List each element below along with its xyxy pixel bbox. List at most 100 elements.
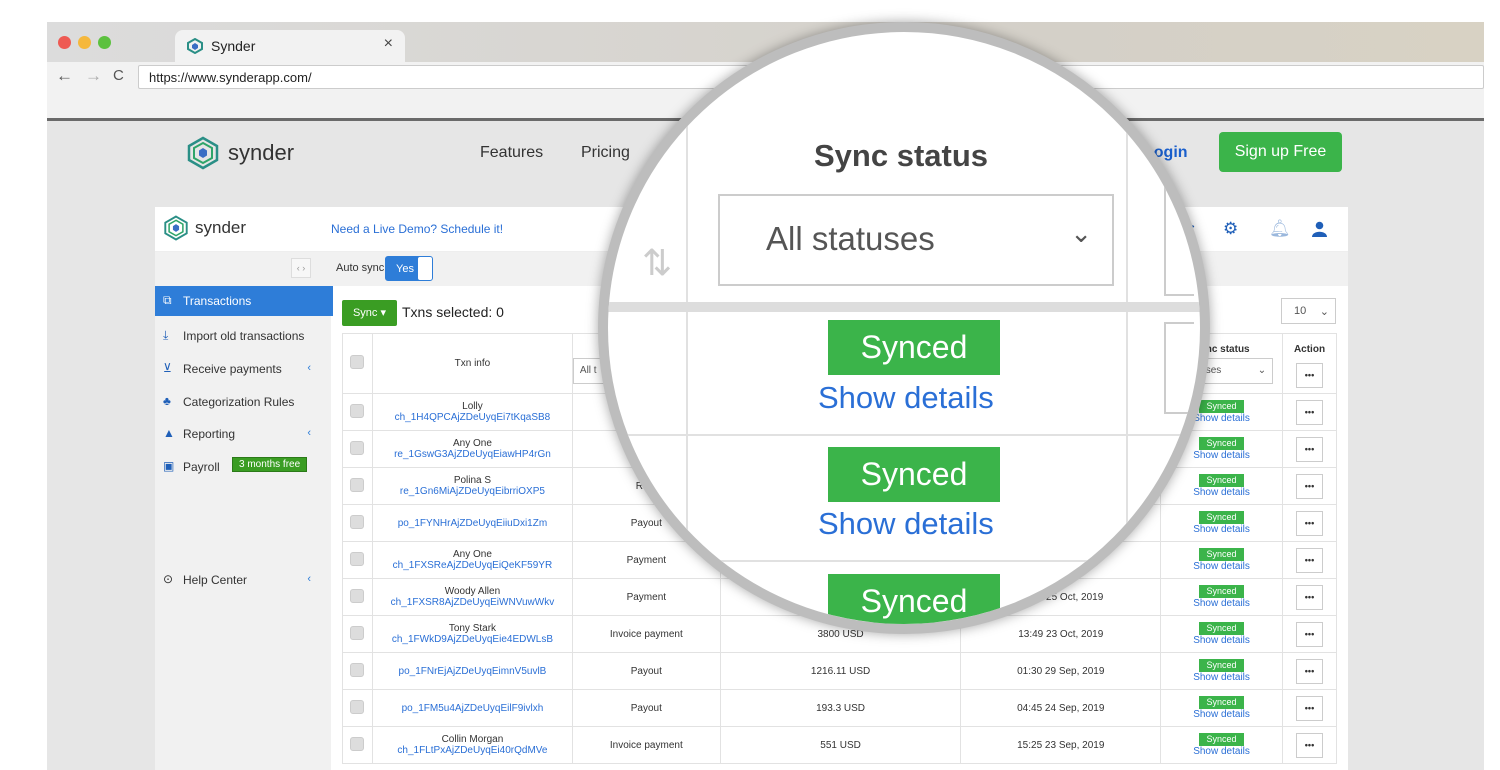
sidebar-item-import[interactable]: ⤓ Import old transactions bbox=[155, 321, 331, 351]
chevron-down-icon: ⌄ bbox=[1257, 365, 1267, 376]
collapse-sidebar-button[interactable]: ‹ › bbox=[291, 258, 311, 278]
txn-info-cell: Lolly ch_1H4QPCAjZDeUyqEi7tKqaSB8 bbox=[371, 393, 573, 431]
area-chart-icon: ▲ bbox=[163, 426, 175, 440]
row-checkbox[interactable] bbox=[350, 551, 365, 566]
txn-info-cell: Collin Morgan ch_1FLtPxAjZDeUyqEi40rQdMVe bbox=[371, 726, 573, 764]
row-checkbox[interactable] bbox=[350, 699, 365, 714]
row-action-button[interactable]: ••• bbox=[1296, 732, 1323, 758]
row-action-button[interactable]: ••• bbox=[1296, 695, 1323, 721]
chevron-left-icon: ‹ bbox=[307, 362, 311, 374]
magnified-sync-status-header: Sync status bbox=[814, 138, 989, 173]
show-details-link[interactable]: Show details bbox=[1161, 635, 1282, 646]
row-action-button[interactable]: ••• bbox=[1296, 658, 1323, 684]
sync-status-cell: Synced Show details bbox=[1160, 726, 1283, 764]
back-icon[interactable]: ← bbox=[56, 66, 73, 86]
browser-tab[interactable]: Synder × bbox=[175, 30, 405, 62]
txn-id-link[interactable]: ch_1FXSReAjZDeUyqEiQeKF59YR bbox=[373, 560, 572, 571]
sync-dropdown-button[interactable]: Sync ▾ bbox=[342, 300, 397, 326]
txn-id-link[interactable]: ch_1FLtPxAjZDeUyqEi40rQdMVe bbox=[373, 745, 572, 756]
row-checkbox[interactable] bbox=[350, 588, 365, 603]
tab-title: Synder bbox=[211, 38, 256, 54]
show-details-link[interactable]: Show details bbox=[1161, 746, 1282, 757]
nav-features[interactable]: Features bbox=[480, 144, 543, 162]
chevron-down-icon: ⌄ bbox=[1070, 218, 1092, 248]
reload-icon[interactable]: C bbox=[113, 67, 124, 84]
txn-amount: 1216.11 USD bbox=[719, 652, 962, 690]
txn-date: 01:30 29 Sep, 2019 bbox=[960, 652, 1162, 690]
row-action-button[interactable]: ••• bbox=[1296, 621, 1323, 647]
app-logo-text: synder bbox=[195, 218, 247, 237]
txn-id-link[interactable]: re_1GswG3AjZDeUyqEiawHP4rGn bbox=[373, 449, 572, 460]
customer-name: Polina S bbox=[453, 475, 492, 486]
row-action-button[interactable]: ••• bbox=[1296, 584, 1323, 610]
site-logo[interactable]: synder bbox=[186, 136, 294, 170]
row-checkbox[interactable] bbox=[350, 403, 365, 418]
cart-icon: ⊻ bbox=[163, 361, 172, 375]
row-action-button[interactable]: ••• bbox=[1296, 510, 1323, 536]
row-action-button[interactable]: ••• bbox=[1296, 473, 1323, 499]
synced-badge: Synced bbox=[1199, 733, 1245, 746]
close-window-button[interactable] bbox=[58, 36, 71, 49]
forward-icon[interactable]: → bbox=[85, 66, 102, 86]
row-action-button[interactable]: ••• bbox=[1296, 436, 1323, 462]
customer-name: Any One bbox=[452, 549, 492, 560]
sidebar-item-label: Transactions bbox=[183, 294, 252, 308]
demo-link[interactable]: Need a Live Demo? Schedule it! bbox=[331, 222, 503, 236]
table-row[interactable]: po_1FNrEjAjZDeUyqEimnV5uvlB Payout 1216.11… bbox=[342, 652, 1337, 690]
txn-id-link[interactable]: ch_1FWkD9AjZDeUyqEie4EDWLsB bbox=[373, 634, 572, 645]
sort-icon[interactable]: ⇅ bbox=[642, 242, 672, 284]
bulk-action-button[interactable]: ••• bbox=[1296, 363, 1323, 388]
user-icon[interactable] bbox=[1312, 221, 1327, 237]
bell-icon[interactable]: 🔔︎ bbox=[1269, 219, 1291, 239]
table-row[interactable]: Collin Morgan ch_1FLtPxAjZDeUyqEi40rQdMVe… bbox=[342, 726, 1337, 764]
row-action-button[interactable]: ••• bbox=[1296, 547, 1323, 573]
show-details-link[interactable]: Show details bbox=[1161, 672, 1282, 683]
txn-id-link[interactable]: po_1FM5u4AjZDeUyqEilF9ivlxh bbox=[373, 703, 572, 714]
tab-close-icon[interactable]: × bbox=[384, 35, 393, 53]
customer-name: Tony Stark bbox=[448, 623, 497, 634]
txn-id-link[interactable]: ch_1H4QPCAjZDeUyqEi7tKqaSB8 bbox=[373, 412, 572, 423]
sidebar-item-help-center[interactable]: ⊙ Help Center ‹ bbox=[155, 565, 331, 595]
row-action-button[interactable]: ••• bbox=[1296, 399, 1323, 425]
sync-status-cell: Synced Show details bbox=[1160, 652, 1283, 690]
txn-id-link[interactable]: re_1Gn6MiAjZDeUyqEibrriOXP5 bbox=[373, 486, 572, 497]
payroll-badge: 3 months free bbox=[232, 457, 308, 472]
sidebar-item-reporting[interactable]: ▲ Reporting ‹ bbox=[155, 419, 331, 449]
txn-id-link[interactable]: po_1FNrEjAjZDeUyqEimnV5uvlB bbox=[373, 666, 572, 677]
maximize-window-button[interactable] bbox=[98, 36, 111, 49]
minimize-window-button[interactable] bbox=[78, 36, 91, 49]
gear-icon[interactable]: ⚙ bbox=[1223, 219, 1238, 239]
txn-amount: 193.3 USD bbox=[719, 689, 962, 727]
sidebar-item-categorization[interactable]: ♣ Categorization Rules bbox=[155, 387, 331, 417]
signup-button[interactable]: Sign up Free bbox=[1219, 132, 1342, 172]
row-checkbox[interactable] bbox=[350, 440, 365, 455]
txn-type: Payout bbox=[571, 689, 721, 727]
row-checkbox[interactable] bbox=[350, 477, 365, 492]
site-logo-text: synder bbox=[228, 140, 295, 165]
txn-info-cell: po_1FNrEjAjZDeUyqEimnV5uvlB bbox=[371, 652, 573, 690]
table-row[interactable]: po_1FM5u4AjZDeUyqEilF9ivlxh Payout 193.3 U… bbox=[342, 689, 1337, 727]
customer-name: Lolly bbox=[462, 401, 483, 412]
magnified-show-details-link[interactable]: Show details bbox=[818, 506, 994, 542]
sidebar-item-transactions[interactable]: ⧉ Transactions bbox=[155, 286, 333, 316]
magnified-sync-status-filter[interactable]: All statuses ⌄ bbox=[718, 194, 1114, 286]
page-size-select[interactable]: 10 ⌄ bbox=[1281, 298, 1336, 324]
row-checkbox[interactable] bbox=[350, 736, 365, 751]
sidebar-item-receive-payments[interactable]: ⊻ Receive payments ‹ bbox=[155, 354, 331, 384]
synced-badge: Synced bbox=[1199, 474, 1245, 487]
app-logo[interactable]: synder bbox=[163, 215, 246, 241]
magnified-show-details-link[interactable]: Show details bbox=[818, 380, 994, 416]
txn-info-cell: Woody Allen ch_1FXSR8AjZDeUyqEiWNVuwWkv bbox=[371, 578, 573, 616]
synced-badge: Synced bbox=[1199, 622, 1245, 635]
auto-sync-toggle[interactable]: Yes bbox=[385, 256, 433, 281]
row-checkbox[interactable] bbox=[350, 662, 365, 677]
row-checkbox[interactable] bbox=[350, 514, 365, 529]
show-details-link[interactable]: Show details bbox=[1161, 709, 1282, 720]
row-checkbox[interactable] bbox=[350, 625, 365, 640]
select-all-checkbox[interactable] bbox=[350, 355, 365, 369]
download-icon: ⤓ bbox=[163, 328, 169, 342]
txn-info-header: Txn info bbox=[371, 333, 573, 394]
sidebar-item-payroll[interactable]: ▣ Payroll 3 months free bbox=[155, 452, 331, 482]
txn-id-link[interactable]: ch_1FXSR8AjZDeUyqEiWNVuwWkv bbox=[373, 597, 572, 608]
txn-id-link[interactable]: po_1FYNHrAjZDeUyqEiiuDxi1Zm bbox=[373, 518, 572, 529]
